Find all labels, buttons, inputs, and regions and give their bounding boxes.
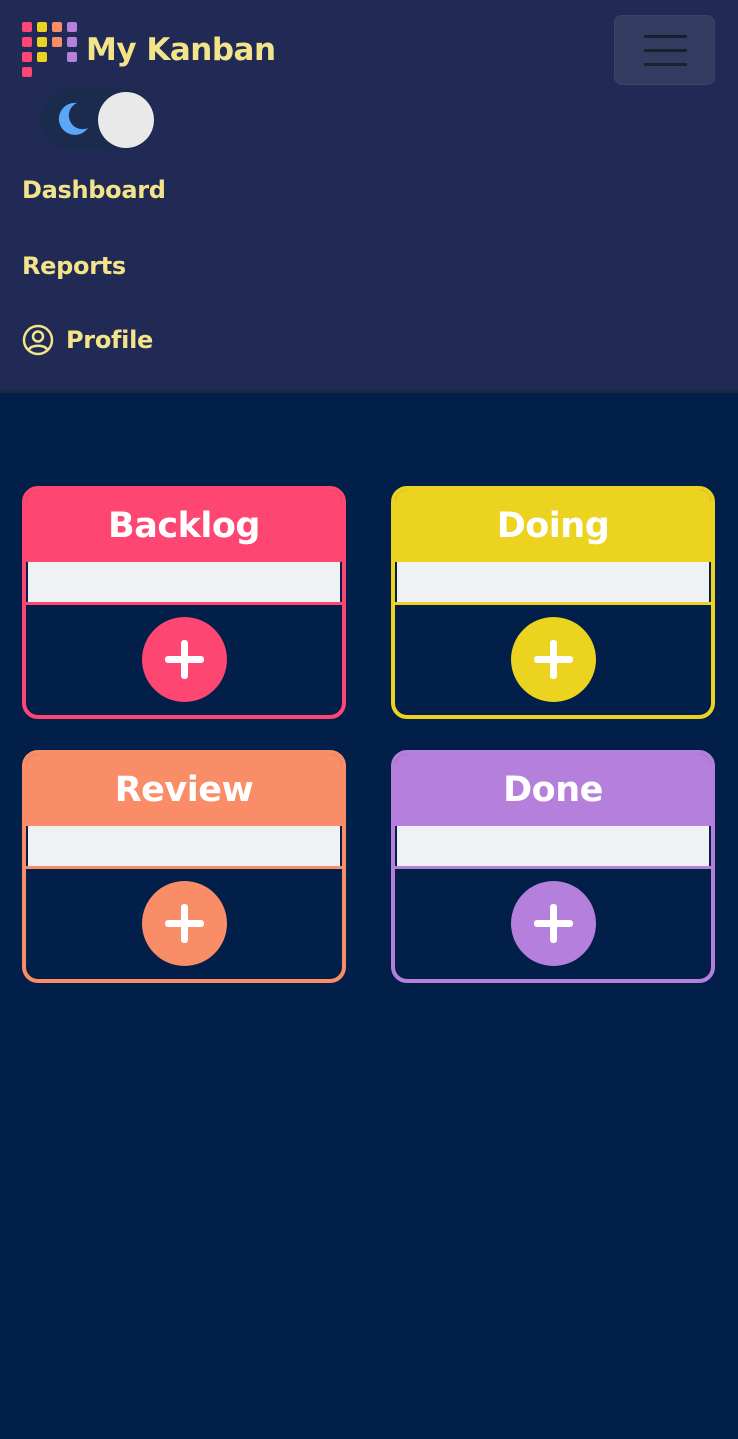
column-divider bbox=[395, 602, 711, 605]
moon-icon bbox=[58, 102, 88, 135]
menu-line bbox=[644, 35, 687, 38]
column-card-area bbox=[28, 826, 340, 866]
navbar: My Kanban Dashboard Reports Profile bbox=[0, 0, 738, 393]
column-divider bbox=[395, 866, 711, 869]
column-card-area bbox=[28, 562, 340, 602]
column-backlog: Backlog bbox=[22, 486, 346, 719]
add-card-button[interactable] bbox=[511, 881, 596, 966]
column-done: Done bbox=[391, 750, 715, 983]
nav-link-reports[interactable]: Reports bbox=[22, 250, 126, 282]
menu-line bbox=[644, 63, 687, 66]
menu-line bbox=[644, 49, 687, 52]
hamburger-menu-button[interactable] bbox=[614, 15, 715, 85]
column-title: Review bbox=[114, 770, 254, 810]
column-divider bbox=[26, 866, 342, 869]
add-card-button[interactable] bbox=[142, 881, 227, 966]
nav-link-dashboard[interactable]: Dashboard bbox=[22, 174, 166, 206]
nav-link-label: Dashboard bbox=[22, 176, 166, 204]
column-header: Backlog bbox=[26, 490, 342, 562]
app-title: My Kanban bbox=[86, 32, 276, 68]
brand[interactable]: My Kanban bbox=[22, 22, 276, 78]
column-header: Done bbox=[395, 754, 711, 826]
kanban-logo-icon bbox=[22, 22, 80, 78]
add-card-button[interactable] bbox=[142, 617, 227, 702]
column-header: Review bbox=[26, 754, 342, 826]
toggle-knob bbox=[98, 92, 154, 148]
theme-toggle[interactable] bbox=[40, 88, 155, 150]
column-title: Doing bbox=[496, 506, 610, 546]
nav-link-label: Reports bbox=[22, 252, 126, 280]
column-doing: Doing bbox=[391, 486, 715, 719]
nav-link-label: Profile bbox=[66, 326, 153, 354]
nav-link-profile[interactable]: Profile bbox=[22, 324, 153, 356]
column-card-area bbox=[397, 562, 709, 602]
column-title: Done bbox=[503, 770, 603, 810]
column-divider bbox=[26, 602, 342, 605]
column-review: Review bbox=[22, 750, 346, 983]
add-card-button[interactable] bbox=[511, 617, 596, 702]
column-title: Backlog bbox=[108, 506, 260, 546]
column-card-area bbox=[397, 826, 709, 866]
column-header: Doing bbox=[395, 490, 711, 562]
user-circle-icon bbox=[22, 324, 54, 356]
